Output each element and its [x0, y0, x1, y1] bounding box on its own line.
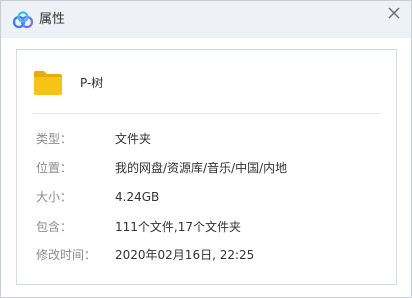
title-bar[interactable]: 属性 [1, 1, 411, 38]
property-value: 4.24GB [115, 190, 160, 204]
folder-icon [34, 71, 62, 95]
property-value: 文件夹 [115, 132, 152, 146]
property-row-type: 类型： 文件夹 [17, 131, 396, 147]
property-label: 大小： [36, 190, 73, 204]
folder-name: P-树 [80, 76, 104, 90]
property-label: 包含： [36, 220, 73, 234]
property-row-modified: 修改时间： 2020年02月16日, 22:25 [17, 247, 396, 263]
property-label: 修改时间： [36, 248, 97, 262]
property-row-size: 大小： 4.24GB [17, 189, 396, 205]
property-row-location: 位置： 我的网盘/资源库/音乐/中国/内地 [17, 160, 396, 176]
properties-dialog: 属性 P-树 类型： 文件夹 位置： 我的网盘/资源库/音乐/中国/内地 大小：… [0, 0, 412, 298]
divider [33, 113, 381, 114]
property-value: 2020年02月16日, 22:25 [115, 248, 255, 262]
property-value: 我的网盘/资源库/音乐/中国/内地 [115, 161, 288, 175]
dialog-title: 属性 [39, 12, 66, 27]
close-icon[interactable] [385, 4, 403, 22]
properties-panel: P-树 类型： 文件夹 位置： 我的网盘/资源库/音乐/中国/内地 大小： 4.… [16, 49, 397, 285]
property-row-contains: 包含： 111个文件,17个文件夹 [17, 219, 396, 235]
property-label: 位置： [36, 161, 73, 175]
baidu-netdisk-cloud-icon [12, 11, 34, 29]
property-value: 111个文件,17个文件夹 [115, 220, 241, 234]
property-label: 类型： [36, 132, 73, 146]
